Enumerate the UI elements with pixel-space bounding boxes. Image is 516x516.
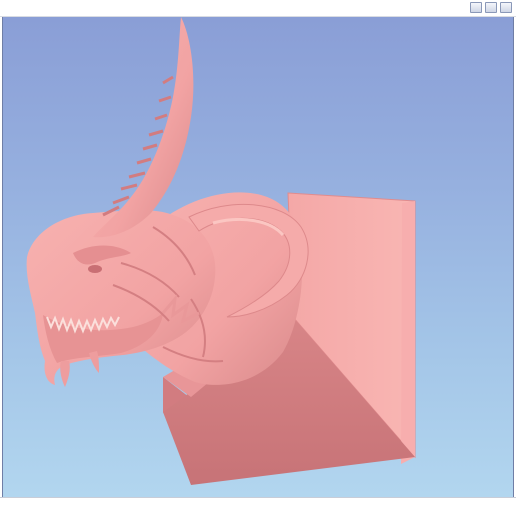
window-controls [470,2,512,13]
chin-spike [60,361,70,387]
status-bar [0,497,516,516]
title-bar[interactable] [0,0,516,17]
close-button[interactable] [500,2,512,13]
base-right-face [401,201,415,464]
dragon-bust-model[interactable] [3,17,514,497]
maximize-button[interactable] [485,2,497,13]
eye [88,265,102,273]
upper-horn [93,17,194,238]
chin-fang [89,351,99,373]
app-window [0,0,516,516]
3d-viewport[interactable] [2,17,514,497]
minimize-button[interactable] [470,2,482,13]
